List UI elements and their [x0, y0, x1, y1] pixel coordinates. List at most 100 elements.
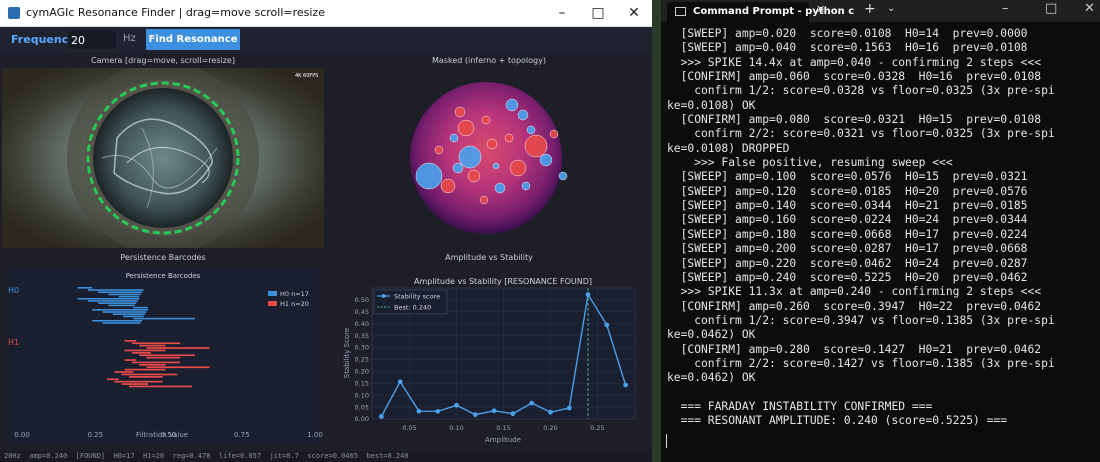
stability-x-label: Amplitude — [485, 436, 521, 444]
data-point — [566, 405, 572, 411]
data-point — [416, 408, 422, 414]
topology-blob — [494, 182, 506, 194]
tab-close-icon[interactable]: ✕ — [816, 3, 825, 16]
data-point — [585, 292, 591, 297]
console-line: confirm 1/2: score=0.0328 vs floor=0.032… — [667, 84, 1055, 98]
h1-bar — [114, 380, 163, 383]
topology-blob — [486, 138, 498, 150]
maximize-button[interactable]: □ — [580, 0, 616, 27]
h0-bar — [92, 309, 148, 311]
barcode-x-tick: 1.00 — [307, 431, 323, 439]
h1-bar — [106, 378, 119, 381]
data-point — [623, 382, 629, 388]
h1-bar — [146, 356, 181, 359]
console-line: >>> SPIKE 11.3x at amp=0.240 - confirmin… — [667, 285, 1042, 299]
legend-best-label: Best: 0.240 — [394, 304, 431, 312]
h0-bar — [77, 298, 140, 300]
y-tick-label: 0.20 — [355, 368, 369, 376]
terminal-icon — [675, 7, 686, 16]
console-line: [CONFIRM] amp=0.080 score=0.0321 H0=15 p… — [667, 113, 1042, 127]
legend-series-marker — [381, 294, 386, 298]
terminal-maximize-button[interactable]: □ — [1045, 1, 1057, 16]
console-line: [SWEEP] amp=0.020 score=0.0108 H0=14 pre… — [667, 27, 1028, 40]
find-resonance-button[interactable]: Find Resonance — [146, 29, 240, 50]
terminal-minimize-button[interactable]: – — [1002, 1, 1009, 16]
console-line: [CONFIRM] amp=0.060 score=0.0328 H0=16 p… — [667, 70, 1042, 84]
terminal-tab-title: Command Prompt - python c — [693, 6, 855, 17]
data-point — [548, 409, 553, 415]
topology-blob — [434, 145, 444, 155]
console-line: [SWEEP] amp=0.100 score=0.0576 H0=15 pre… — [667, 170, 1028, 184]
title-bar[interactable]: cymAGIc Resonance Finder | drag=move scr… — [0, 0, 652, 27]
y-tick-label: 0.35 — [355, 332, 369, 340]
h0-bar — [98, 302, 137, 304]
h1-bar — [131, 361, 181, 364]
h0-bar — [133, 306, 148, 309]
topology-blob — [457, 119, 475, 137]
desktop-background-strip — [652, 0, 661, 462]
topology-blob — [505, 98, 519, 112]
topology-blob — [504, 133, 514, 143]
h1-bar — [139, 364, 166, 366]
h1-bar — [128, 385, 192, 388]
console-line: ke=0.0108) OK — [667, 98, 756, 112]
stability-y-label: Stability Score — [343, 328, 351, 378]
console-line: [CONFIRM] amp=0.260 score=0.3947 H0=22 p… — [667, 299, 1042, 313]
frequency-unit: Hz — [123, 33, 136, 44]
y-tick-label: 0.50 — [355, 296, 369, 304]
frequency-input[interactable] — [68, 31, 116, 49]
console-line: === FARADAY INSTABILITY CONFIRMED === — [667, 399, 933, 413]
console-output[interactable]: [SWEEP] amp=0.020 score=0.0108 H0=14 pre… — [667, 27, 1097, 429]
minimize-button[interactable]: – — [544, 0, 580, 27]
console-line: >>> SPIKE 14.4x at amp=0.040 - confirmin… — [667, 55, 1042, 69]
h1-bar — [128, 376, 163, 378]
barcode-chart-title: Persistence Barcodes — [126, 272, 201, 280]
console-line: confirm 2/2: score=0.0321 vs floor=0.032… — [667, 127, 1055, 141]
topology-blob — [524, 134, 548, 158]
y-tick-label: 0.05 — [355, 403, 369, 411]
console-line: confirm 1/2: score=0.3947 vs floor=0.138… — [667, 313, 1055, 327]
topology-blob — [452, 162, 464, 174]
legend-series-label: Stability score — [394, 293, 440, 301]
data-point — [378, 414, 384, 419]
new-tab-button[interactable]: + — [864, 1, 876, 17]
h1-bar — [121, 383, 148, 385]
topology-blob — [440, 178, 456, 194]
console-line: >>> False positive, resuming sweep <<< — [667, 156, 953, 170]
legend-h1-swatch — [268, 301, 277, 306]
topology-blob — [526, 125, 536, 135]
persistence-barcode-chart: Persistence Barcodes H0 H1 0.00 0.25 0.50 0… — [0, 265, 326, 451]
console-line: [CONFIRM] amp=0.280 score=0.1427 H0=21 p… — [667, 342, 1042, 356]
console-line: [SWEEP] amp=0.220 score=0.0462 H0=24 pre… — [667, 256, 1028, 270]
tab-dropdown-icon[interactable]: ⌄ — [887, 3, 895, 14]
h1-bar — [114, 371, 134, 373]
camera-view[interactable]: 4K 60FPS — [2, 68, 324, 248]
console-cursor — [666, 434, 667, 448]
h1-bar — [146, 347, 210, 349]
data-point — [510, 411, 516, 417]
h0-bar — [87, 300, 138, 302]
console-line: ke=0.0462) OK — [667, 328, 756, 342]
terminal-tab[interactable]: Command Prompt - python c — [667, 2, 854, 22]
terminal-tab-bar: Command Prompt - python c ✕ + ⌄ – □ ✕ — [661, 0, 1100, 22]
h1-bar — [124, 359, 137, 361]
console-line: confirm 2/2: score=0.1427 vs floor=0.138… — [667, 356, 1055, 370]
masked-view — [326, 68, 652, 248]
y-tick-label: 0.45 — [355, 308, 369, 316]
console-line: ke=0.0108) DROPPED — [667, 141, 790, 155]
h0-bar — [92, 320, 143, 322]
barcode-x-tick: 0.75 — [234, 431, 250, 439]
data-point — [454, 402, 459, 408]
legend-h0-swatch — [268, 291, 277, 296]
barcode-x-tick: 0.00 — [14, 431, 30, 439]
y-tick-label: 0.40 — [355, 320, 369, 328]
h0-bar — [133, 317, 195, 320]
topology-blob — [549, 129, 559, 139]
h0-bar — [108, 304, 135, 307]
window-title: cymAGIc Resonance Finder | drag=move scr… — [26, 6, 325, 19]
terminal-close-button[interactable]: ✕ — [1084, 1, 1095, 16]
topology-blob — [521, 181, 531, 191]
h0-bar — [102, 311, 147, 313]
close-button[interactable]: ✕ — [616, 0, 652, 27]
